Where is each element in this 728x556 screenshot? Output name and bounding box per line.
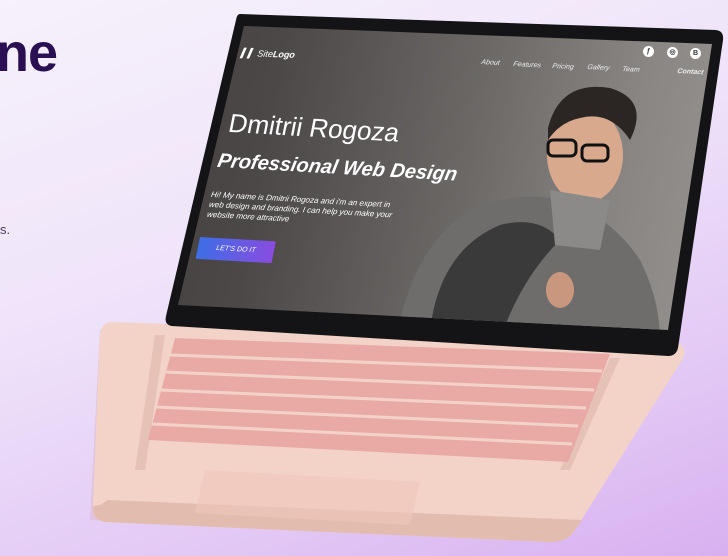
nav-about[interactable]: About [481,59,501,67]
behance-icon[interactable]: B [690,48,701,59]
logo-mark-icon: ▍▍ [240,48,256,59]
hero-photo [400,86,660,330]
logo-bold: Logo [272,49,296,60]
nav-features[interactable]: Features [513,61,542,69]
nav-team[interactable]: Team [622,66,641,74]
nav-pricing[interactable]: Pricing [552,63,575,71]
brush-icon[interactable]: ƒ [643,46,654,57]
cta-button[interactable]: LET'S DO IT [195,237,276,264]
site-logo[interactable]: ▍▍ SiteLogo [240,48,296,61]
nav-gallery[interactable]: Gallery [587,64,611,72]
dribbble-icon[interactable]: ◎ [667,47,678,58]
nav-contact[interactable]: Contact [677,68,704,76]
